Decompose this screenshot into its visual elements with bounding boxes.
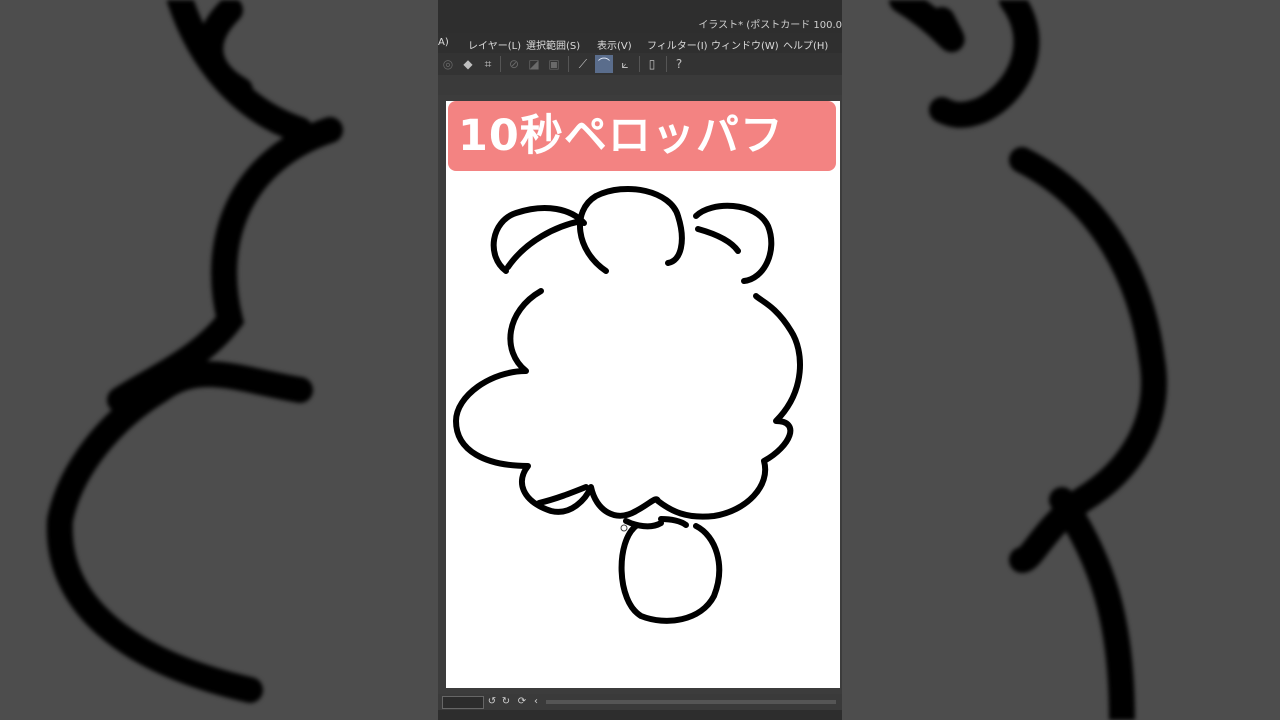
ear-left-inner-stroke bbox=[505, 218, 584, 270]
device-icon[interactable]: ▯ bbox=[643, 55, 661, 73]
menu-item-window[interactable]: ウィンドウ(W) bbox=[711, 37, 779, 52]
brush-curve-icon[interactable]: ⌒ bbox=[595, 55, 613, 73]
ear-right-inner-stroke bbox=[695, 226, 741, 254]
body-cloud-stroke bbox=[453, 288, 803, 520]
ruler-icon[interactable]: ⊘ bbox=[505, 55, 523, 73]
vector-line-icon[interactable]: ⟀ bbox=[616, 55, 634, 73]
layer-icon[interactable]: ◎ bbox=[439, 55, 457, 73]
lower-blob-stroke bbox=[618, 523, 723, 624]
zoom-field[interactable] bbox=[442, 696, 484, 709]
toolbar-separator bbox=[666, 56, 667, 72]
toolbar-separator bbox=[500, 56, 501, 72]
line-art bbox=[453, 186, 803, 624]
belly-stroke bbox=[623, 518, 664, 530]
rotate-left-icon[interactable]: ↺ bbox=[486, 695, 498, 709]
reset-rotation-icon[interactable]: ⟳ bbox=[516, 695, 528, 709]
menu-bar: A) レイヤー(L) 選択範囲(S) 表示(V) フィルター(I) ウィンドウ(… bbox=[438, 33, 842, 53]
menu-item-partial[interactable]: A) bbox=[438, 37, 449, 48]
status-bar: ↺ ↻ ⟳ ‹ bbox=[438, 694, 842, 710]
top-bump-stroke bbox=[577, 186, 685, 274]
gradient-icon[interactable]: ◪ bbox=[525, 55, 543, 73]
fill-icon[interactable]: ◆ bbox=[459, 55, 477, 73]
lower-blob-top-stroke bbox=[658, 516, 689, 528]
clip-studio-window: イラスト* (ポストカード 100.0 A) レイヤー(L) 選択範囲(S) 表… bbox=[438, 0, 842, 720]
menu-item-view[interactable]: 表示(V) bbox=[597, 37, 632, 52]
brush-cursor bbox=[620, 524, 628, 532]
menu-item-help[interactable]: ヘルプ(H) bbox=[783, 37, 828, 52]
menu-item-filter[interactable]: フィルター(I) bbox=[647, 37, 708, 52]
title-bar: イラスト* (ポストカード 100.0 bbox=[438, 0, 842, 33]
blurred-background-left bbox=[0, 0, 438, 720]
menu-item-select[interactable]: 選択範囲(S) bbox=[526, 37, 580, 52]
menu-item-layer[interactable]: レイヤー(L) bbox=[468, 37, 521, 52]
tab-bar bbox=[438, 75, 842, 95]
horizontal-scrollbar[interactable] bbox=[546, 700, 836, 704]
bottom-bar bbox=[438, 710, 842, 720]
help-icon[interactable]: ? bbox=[670, 55, 688, 73]
scroll-left-icon[interactable]: ‹ bbox=[530, 695, 542, 709]
toolbar-separator bbox=[639, 56, 640, 72]
command-bar: ◎ ◆ ⌗ ⊘ ◪ ▣ ⟋ ⌒ ⟀ ▯ ? bbox=[438, 53, 842, 75]
window-title: イラスト* (ポストカード 100.0 bbox=[698, 20, 842, 31]
stabilizer-icon[interactable]: ⟋ bbox=[574, 55, 592, 73]
frame-icon[interactable]: ▣ bbox=[545, 55, 563, 73]
blurred-background-right bbox=[842, 0, 1280, 720]
crop-icon[interactable]: ⌗ bbox=[479, 55, 497, 73]
toolbar-separator bbox=[568, 56, 569, 72]
rotate-right-icon[interactable]: ↻ bbox=[500, 695, 512, 709]
drawing-canvas[interactable]: 10秒ペロッパフ bbox=[446, 101, 840, 688]
